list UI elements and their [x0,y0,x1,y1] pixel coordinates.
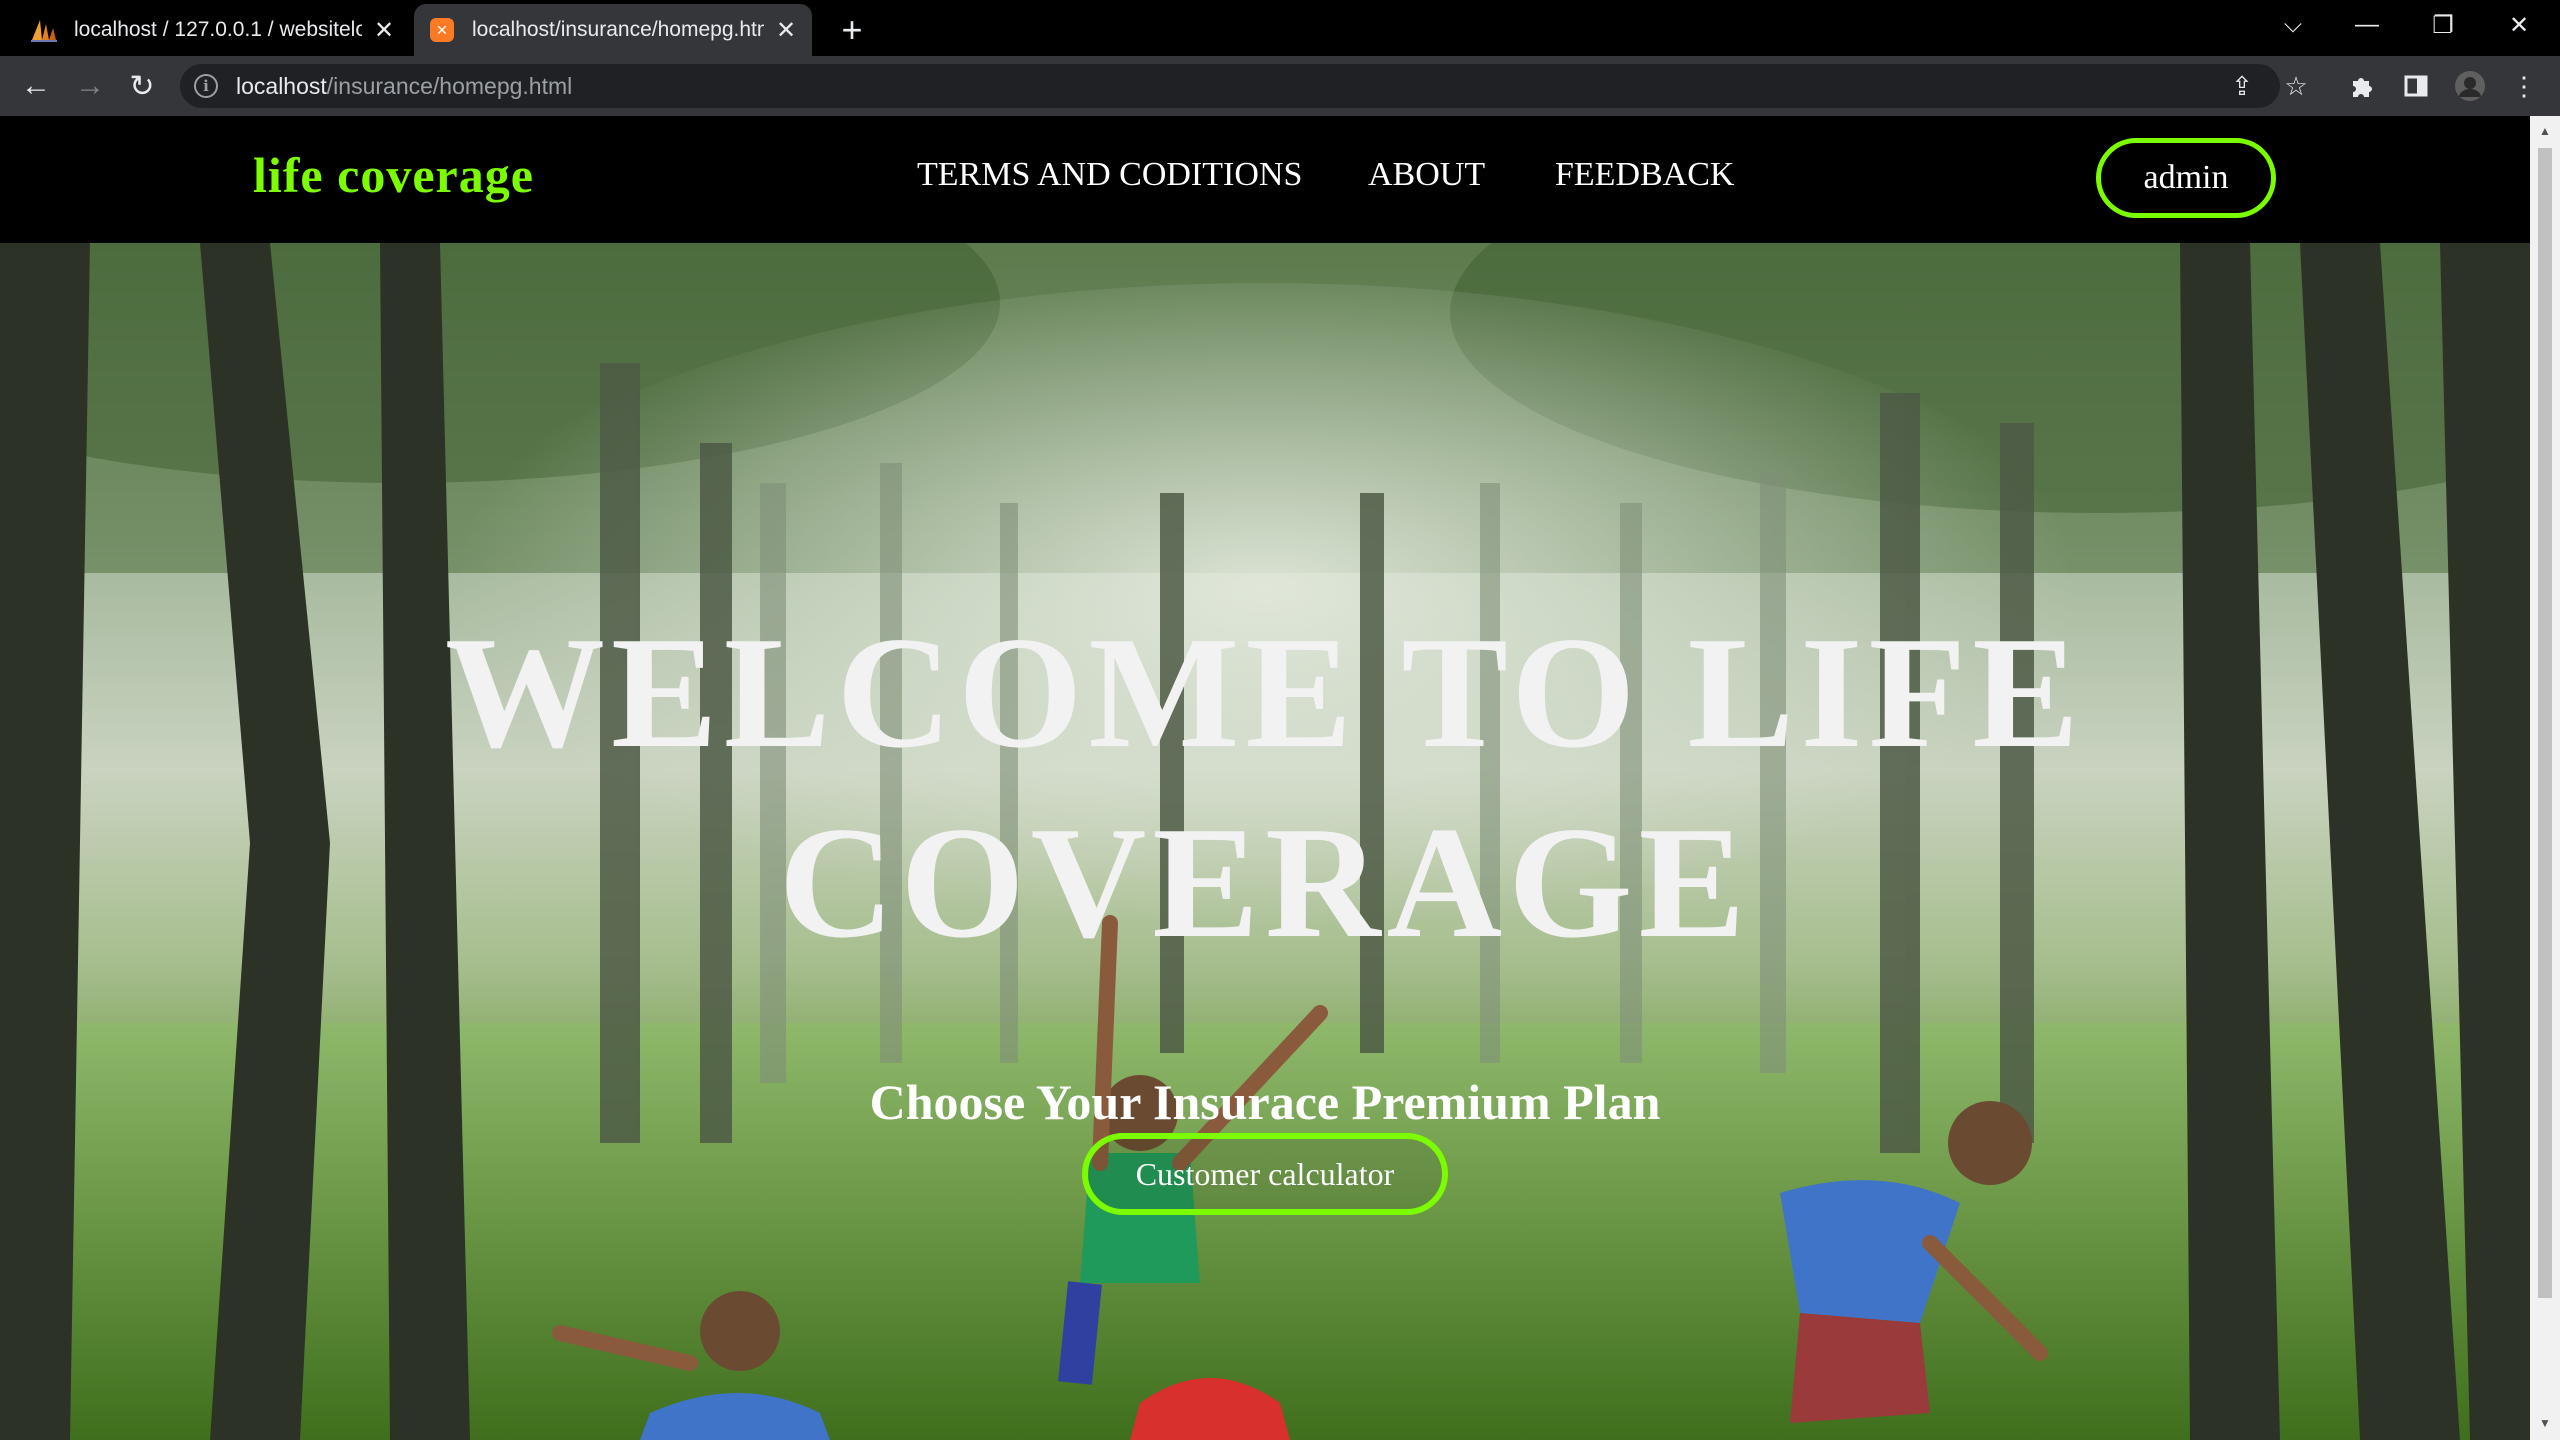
back-arrow-icon[interactable]: ← [16,66,56,106]
close-tab-icon[interactable]: ✕ [372,17,396,44]
close-tab-icon[interactable]: ✕ [774,17,798,44]
phpmyadmin-sail-icon [30,16,58,44]
hero-title-line-1: WELCOME TO LIFE [445,603,2085,781]
address-url[interactable]: localhost/insurance/homepg.html [236,64,572,108]
customer-calculator-button[interactable]: Customer calculator [1082,1133,1448,1215]
address-bar[interactable]: i localhost/insurance/homepg.html [180,64,2280,108]
side-panel-icon[interactable] [2398,68,2434,104]
browser-menu-icon[interactable]: ⋮ [2506,68,2542,104]
hero-title-line-2: COVERAGE [778,793,1752,971]
share-icon[interactable]: ⇪ [2224,68,2260,104]
svg-text:✕: ✕ [436,23,448,39]
hero-subtitle: Choose Your Insurace Premium Plan [869,1074,1661,1130]
nav-link-about[interactable]: ABOUT [1368,156,1485,194]
restore-window-icon[interactable]: ❐ [2408,0,2478,50]
browser-tab-phpmyadmin[interactable]: localhost / 127.0.0.1 / websitelog ✕ [16,4,410,56]
close-window-icon[interactable]: ✕ [2484,0,2554,50]
forward-arrow-icon[interactable]: → [70,66,110,106]
browser-tab-strip: localhost / 127.0.0.1 / websitelog ✕ ✕ l… [0,0,2560,56]
scroll-down-arrow-icon[interactable]: ▼ [2538,1416,2552,1430]
scrollbar-thumb[interactable] [2538,148,2552,1298]
page-viewport: life coverage TERMS AND CODITIONS ABOUT … [0,116,2530,1440]
site-logo[interactable]: life coverage [253,146,534,204]
site-navbar: life coverage TERMS AND CODITIONS ABOUT … [0,116,2530,243]
tab-title: localhost/insurance/homepg.htm [472,18,764,41]
extensions-puzzle-icon[interactable] [2344,68,2380,104]
tab-search-chevron-icon[interactable]: ⌵ [2258,0,2328,50]
tab-title: localhost / 127.0.0.1 / websitelog [74,18,362,41]
browser-toolbar: ← → ↻ i localhost/insurance/homepg.html … [0,56,2560,116]
browser-tab-homepage[interactable]: ✕ localhost/insurance/homepg.htm ✕ [414,4,812,56]
site-info-icon[interactable]: i [194,74,218,98]
hero-section: WELCOME TO LIFE COVERAGE Choose Your Ins… [0,243,2530,1440]
reload-icon[interactable]: ↻ [122,66,162,106]
bookmark-star-icon[interactable]: ☆ [2278,68,2314,104]
profile-avatar[interactable] [2452,68,2488,104]
minimize-window-icon[interactable]: — [2332,0,2402,50]
xampp-icon: ✕ [428,16,456,44]
page-scrollbar[interactable]: ▲ ▼ [2530,116,2560,1440]
nav-link-feedback[interactable]: FEEDBACK [1555,156,1734,194]
new-tab-button[interactable]: + [832,9,872,50]
admin-button[interactable]: admin [2096,138,2276,218]
scroll-up-arrow-icon[interactable]: ▲ [2538,124,2552,138]
nav-link-terms[interactable]: TERMS AND CODITIONS [917,156,1302,194]
hero-title: WELCOME TO LIFE COVERAGE [0,597,2530,977]
